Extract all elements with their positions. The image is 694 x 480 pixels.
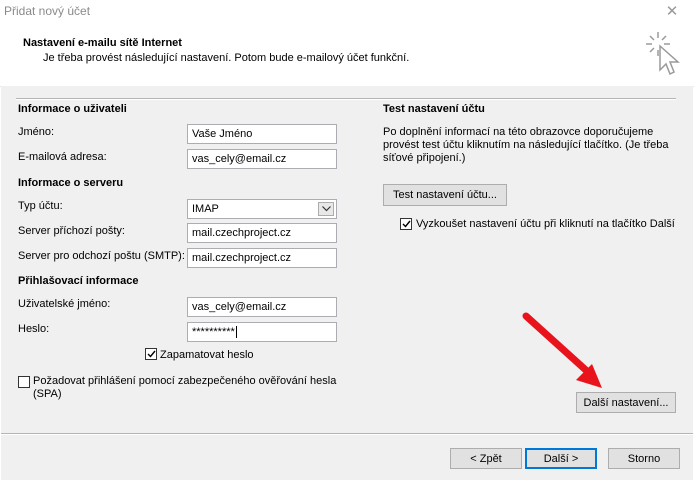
account-type-label: Typ účtu: — [18, 200, 63, 212]
incoming-server-field[interactable]: mail.czechproject.cz — [187, 223, 337, 243]
checkmark-icon — [147, 350, 156, 358]
account-type-value: IMAP — [192, 203, 219, 215]
user-info-heading: Informace o uživateli — [18, 103, 127, 115]
red-arrow-annotation — [522, 312, 602, 388]
remember-password-label[interactable]: Zapamatovat heslo — [160, 349, 254, 361]
username-field[interactable]: vas_cely@email.cz — [187, 297, 337, 317]
server-info-heading: Informace o serveru — [18, 177, 124, 189]
checkmark-icon — [402, 220, 411, 228]
password-field[interactable]: ********** — [187, 322, 337, 342]
text-caret — [235, 326, 237, 339]
title-bar[interactable] — [0, 0, 694, 24]
chevron-down-icon[interactable] — [318, 202, 334, 216]
next-button[interactable]: Další > — [525, 448, 597, 469]
username-label: Uživatelské jméno: — [18, 298, 111, 310]
footer-separator — [1, 433, 693, 435]
password-label: Heslo: — [18, 323, 50, 335]
test-account-button[interactable]: Test nastavení účtu... — [383, 184, 507, 206]
back-button[interactable]: < Zpět — [450, 448, 522, 469]
auto-test-label[interactable]: Vyzkoušet nastavení účtu při kliknutí na… — [416, 218, 676, 231]
spa-label[interactable]: Požadovat přihlášení pomocí zabezpečenéh… — [33, 375, 343, 401]
header-title: Nastavení e-mailu sítě Internet — [23, 37, 182, 49]
top-separator — [16, 98, 676, 100]
more-settings-button[interactable]: Další nastavení... — [576, 392, 676, 413]
password-value: ********** — [192, 326, 235, 338]
header-subtitle: Je třeba provést následující nastavení. … — [43, 52, 410, 64]
outgoing-server-field[interactable]: mail.czechproject.cz — [187, 248, 337, 268]
outgoing-server-label: Server pro odchozí poštu (SMTP): — [18, 250, 185, 262]
test-heading: Test nastavení účtu — [383, 103, 485, 115]
test-description: Po doplnění informací na této obrazovce … — [383, 126, 669, 164]
incoming-server-label: Server příchozí pošty: — [18, 225, 125, 237]
close-icon[interactable]: ✕ — [657, 0, 687, 22]
name-field[interactable]: Vaše Jméno — [187, 124, 337, 144]
name-label: Jméno: — [18, 126, 55, 138]
window-title: Přidat nový účet — [4, 4, 91, 18]
login-info-heading: Přihlašovací informace — [18, 275, 139, 287]
cancel-button[interactable]: Storno — [608, 448, 680, 469]
email-label: E-mailová adresa: — [18, 151, 107, 163]
email-field[interactable]: vas_cely@email.cz — [187, 149, 337, 169]
wizard-cursor-icon — [646, 32, 680, 76]
remember-password-checkbox[interactable] — [145, 348, 157, 360]
spa-checkbox[interactable] — [18, 376, 30, 388]
account-type-select[interactable]: IMAP — [187, 199, 337, 219]
auto-test-checkbox[interactable] — [400, 218, 412, 230]
